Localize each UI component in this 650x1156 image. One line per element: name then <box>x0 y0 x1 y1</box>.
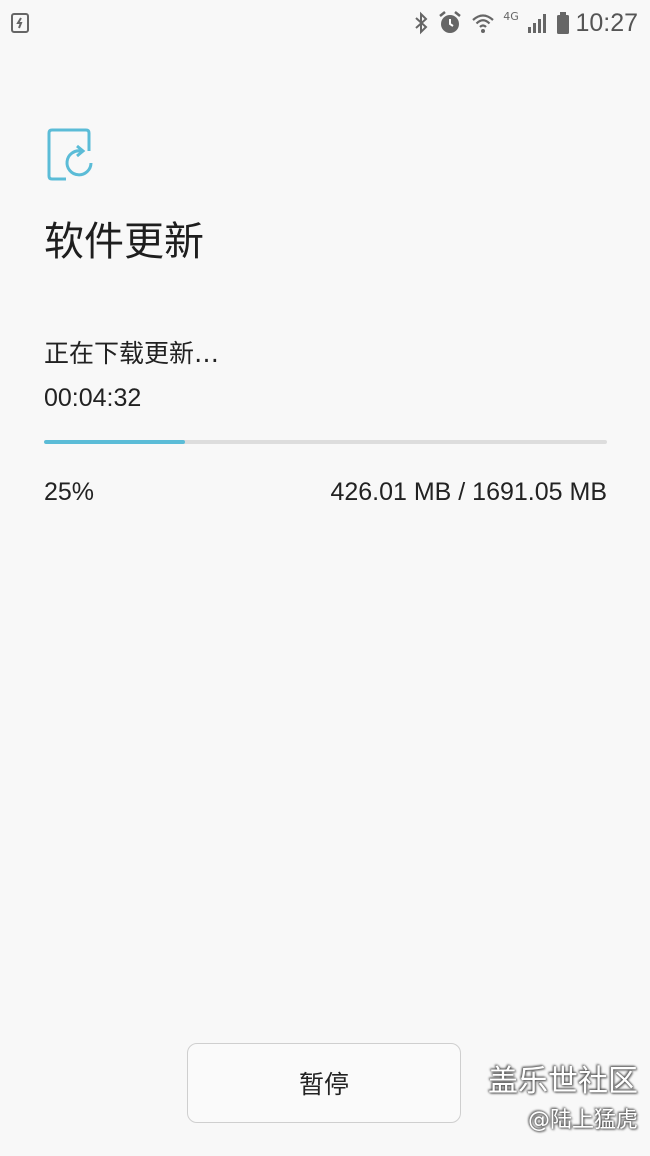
alarm-icon <box>436 0 464 46</box>
bluetooth-icon <box>410 0 432 46</box>
update-notification-icon[interactable] <box>8 0 32 46</box>
clock: 10:27 <box>575 9 638 37</box>
battery-icon <box>554 0 572 46</box>
signal-icon <box>526 0 550 46</box>
progress-percent: 25% <box>44 478 95 506</box>
download-status-text: 正在下载更新… <box>44 339 220 368</box>
download-progress-bar <box>44 440 607 444</box>
software-update-icon <box>46 126 100 186</box>
pause-button[interactable]: 暂停 <box>187 1043 461 1123</box>
page-title: 软件更新 <box>44 219 204 265</box>
download-progress-fill <box>44 440 185 444</box>
status-bar: 4G 10:27 <box>0 0 650 46</box>
wifi-icon <box>470 0 496 46</box>
elapsed-time: 00:04:32 <box>44 384 142 412</box>
watermark-community: 盖乐世社区 <box>488 1064 638 1099</box>
network-type-label: 4G <box>503 10 519 23</box>
watermark-author: @陆上猛虎 <box>527 1108 638 1133</box>
download-size: 426.01 MB / 1691.05 MB <box>330 478 607 506</box>
